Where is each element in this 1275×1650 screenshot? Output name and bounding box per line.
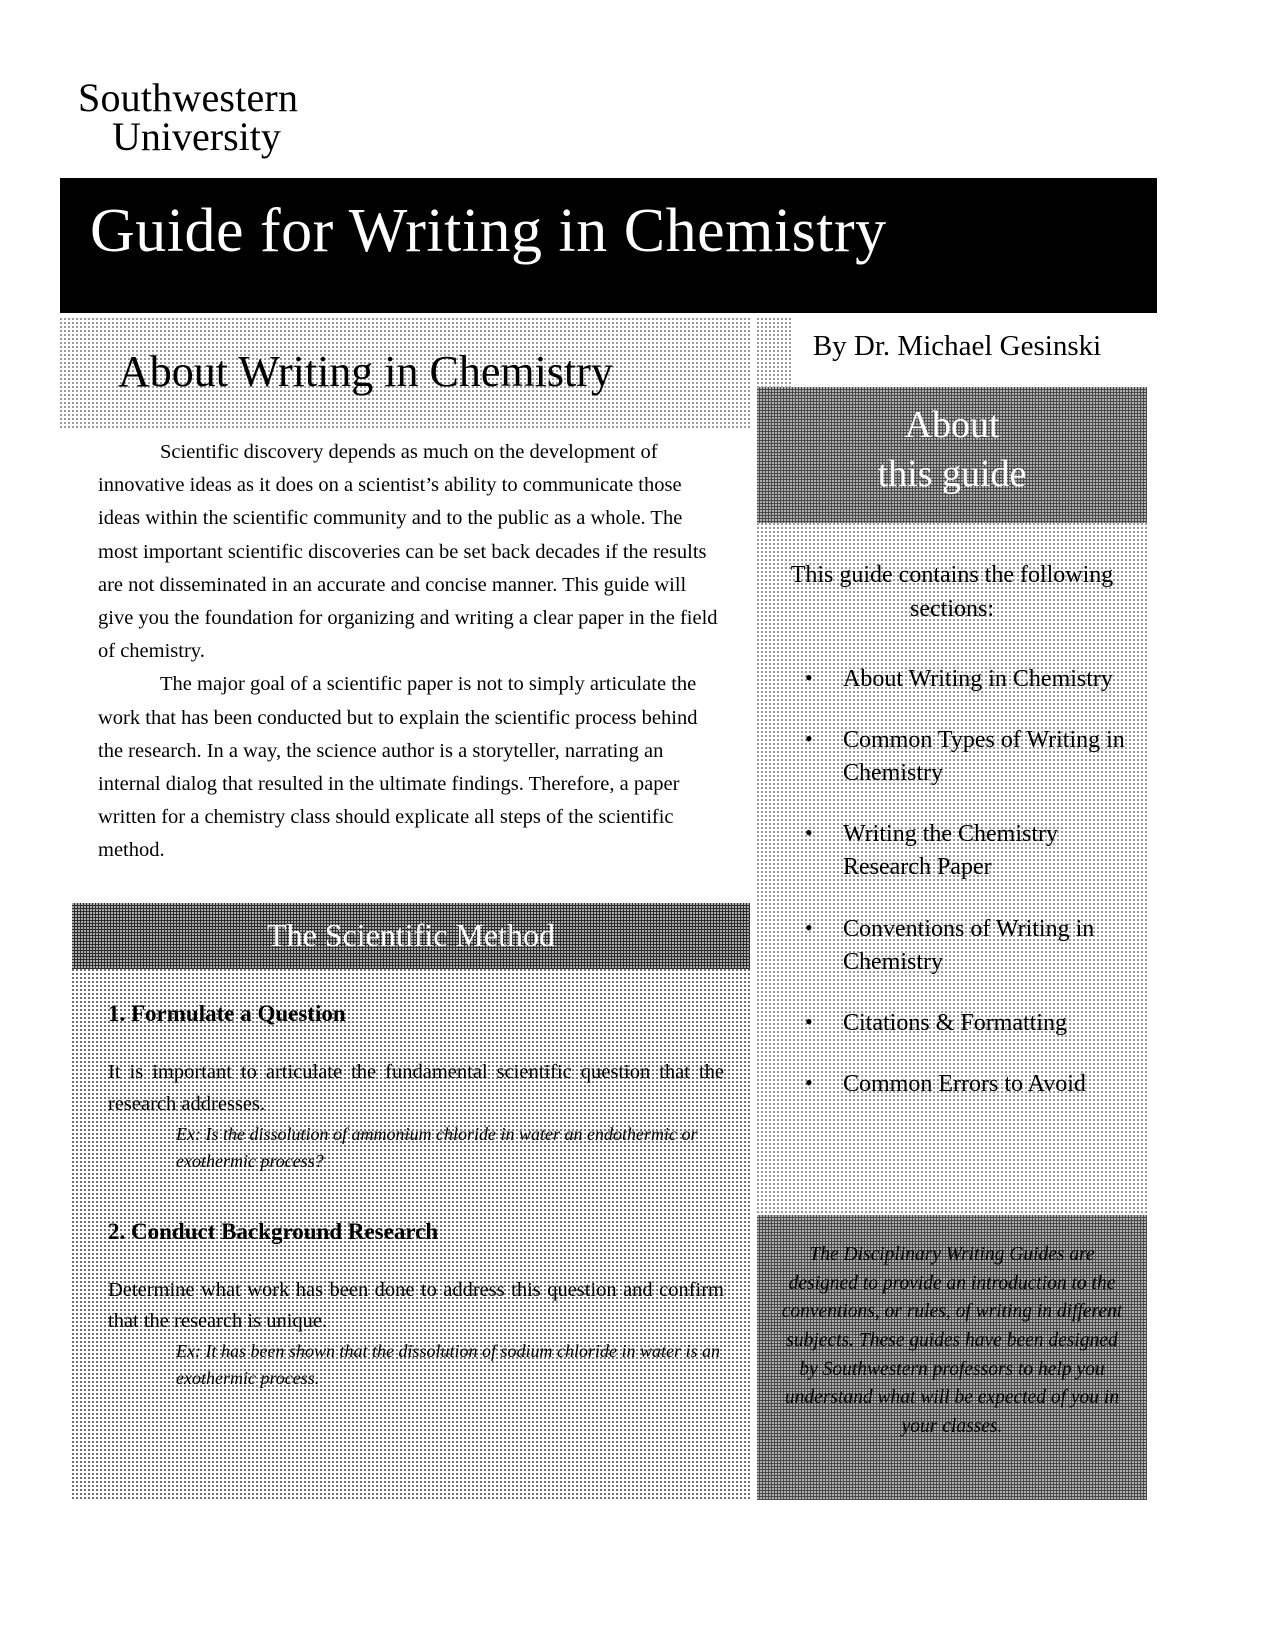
section-label: Writing the Chemistry Research Paper [843, 821, 1059, 881]
university-logo-line1: Southwestern [78, 75, 299, 120]
disclaimer-box: The Disciplinary Writing Guides are desi… [757, 1215, 1147, 1500]
sections-intro: This guide contains the following sectio… [790, 562, 1114, 622]
list-item[interactable]: • Conventions of Writing in Chemistry [787, 913, 1147, 979]
about-this-guide-line1: About [904, 404, 1000, 446]
list-item[interactable]: • Citations & Formatting [787, 1007, 1147, 1040]
university-logo: Southwestern University [78, 75, 498, 160]
sections-box: This guide contains the following sectio… [757, 523, 1147, 1215]
bullet-icon: • [805, 665, 813, 690]
scientific-method-body: 1. Formulate a Question It is important … [72, 969, 750, 1500]
list-item[interactable]: • About Writing in Chemistry [787, 663, 1147, 696]
sections-list: • About Writing in Chemistry • Common Ty… [787, 663, 1147, 1129]
step-2-body: Determine what work has been done to add… [108, 1278, 724, 1333]
step-1-body: It is important to articulate the fundam… [108, 1061, 724, 1115]
step-1-title: 1. Formulate a Question [108, 1001, 346, 1026]
left-column: About Writing in Chemistry Scientific di… [60, 318, 750, 1500]
document-page: Southwestern University Guide for Writin… [0, 0, 1275, 1650]
bullet-icon: • [805, 1069, 813, 1095]
scientific-method-heading: The Scientific Method [267, 917, 555, 953]
about-writing-heading: About Writing in Chemistry [118, 347, 613, 396]
author-byline: By Dr. Michael Gesinski [812, 330, 1102, 362]
bullet-icon: • [805, 914, 813, 940]
about-this-guide-line2: this guide [877, 452, 1027, 495]
page-title: Guide for Writing in Chemistry [90, 197, 887, 265]
section-label: Conventions of Writing in Chemistry [843, 915, 1095, 975]
bullet-icon: • [805, 820, 813, 846]
disclaimer-text: The Disciplinary Writing Guides are desi… [781, 1244, 1123, 1437]
step-2-title: 2. Conduct Background Research [108, 1218, 439, 1244]
step-spacer [108, 1175, 724, 1219]
about-this-guide-band: About this guide [757, 387, 1147, 523]
about-writing-heading-band: About Writing in Chemistry [60, 318, 750, 428]
bullet-icon: • [805, 1008, 813, 1034]
about-writing-body: Scientific discovery depends as much on … [98, 436, 720, 868]
about-paragraph-2: The major goal of a scientific paper is … [98, 673, 698, 862]
scientific-method-heading-band: The Scientific Method [72, 903, 750, 969]
title-bar: Guide for Writing in Chemistry [60, 178, 1157, 313]
step-1: 1. Formulate a Question It is important … [108, 1001, 724, 1175]
step-2-example: Ex: It has been shown that the dissoluti… [176, 1341, 720, 1389]
section-label: About Writing in Chemistry [843, 666, 1113, 692]
list-item[interactable]: • Writing the Chemistry Research Paper [787, 818, 1147, 884]
section-label: Common Types of Writing in Chemistry [843, 727, 1125, 787]
university-logo-line2: University [112, 114, 281, 160]
bullet-icon: • [805, 726, 813, 752]
about-paragraph-1: Scientific discovery depends as much on … [98, 441, 718, 663]
step-1-example: Ex: Is the dissolution of ammonium chlor… [176, 1123, 698, 1171]
step-2: 2. Conduct Background Research Determine… [108, 1219, 724, 1393]
section-label: Common Errors to Avoid [843, 1070, 1086, 1097]
list-item[interactable]: • Common Types of Writing in Chemistry [787, 724, 1147, 790]
about-this-guide-heading: About this guide [757, 401, 1147, 498]
scientific-method-steps: 1. Formulate a Question It is important … [108, 1001, 724, 1392]
list-item[interactable]: • Common Errors to Avoid [787, 1068, 1147, 1101]
section-label: Citations & Formatting [843, 1009, 1068, 1036]
